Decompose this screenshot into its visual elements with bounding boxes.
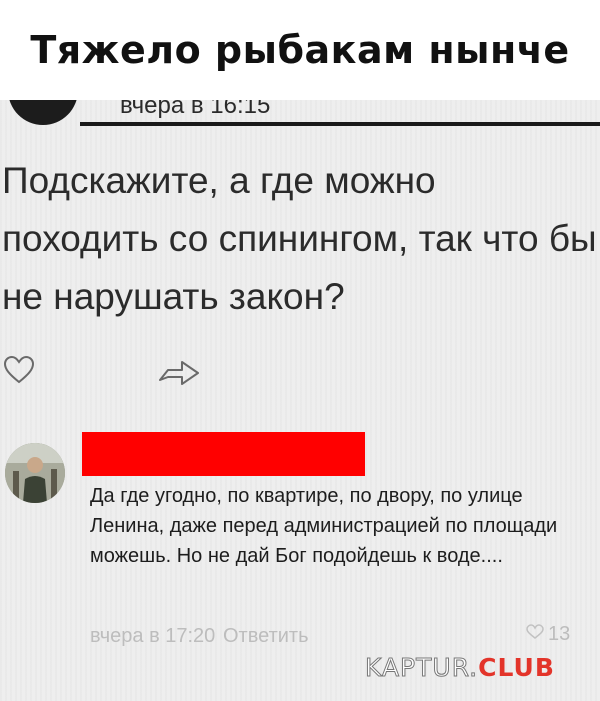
redacted-author-name	[82, 432, 365, 476]
reply-like-count: 13	[548, 623, 571, 645]
post-header-divider	[80, 122, 600, 126]
reply-author-avatar[interactable]	[5, 443, 65, 503]
heart-outline-icon	[526, 623, 544, 646]
reply-text: Да где угодно, по квартире, по двору, по…	[90, 485, 558, 567]
reply-button[interactable]: Ответить	[223, 625, 309, 648]
share-arrow-icon[interactable]	[158, 358, 200, 391]
post-author-avatar[interactable]	[8, 100, 78, 125]
meme-caption-banner: Тяжело рыбакам нынче	[0, 0, 600, 100]
watermark-part-2: CLUB	[478, 653, 555, 682]
reply-like-button[interactable]: 13	[526, 623, 570, 646]
post-timestamp: вчера в 16:15	[120, 100, 271, 119]
heart-outline-icon[interactable]	[3, 355, 35, 390]
meme-caption: Тяжело рыбакам нынче	[30, 28, 570, 72]
site-watermark: KAPTUR.CLUB	[364, 653, 555, 683]
reply-timestamp: вчера в 17:20	[90, 625, 216, 647]
post-screenshot-photo: вчера в 16:15 Подскажите, а где можно по…	[0, 100, 600, 701]
post-text: Подскажите, а где можно походить со спин…	[2, 160, 597, 317]
watermark-part-1: KAPTUR.	[364, 653, 479, 683]
